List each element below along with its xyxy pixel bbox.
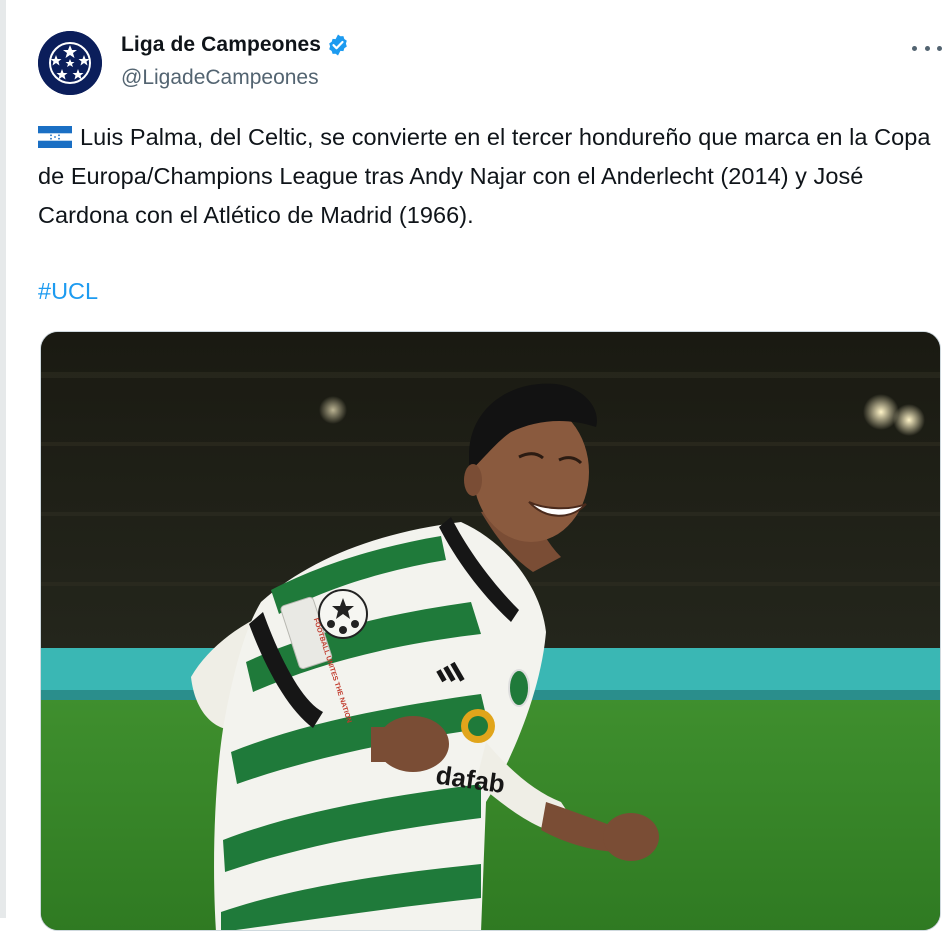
account-name-row[interactable]: Liga de Campeones xyxy=(121,33,350,57)
tweet-text: Luis Palma, del Celtic, se convierte en … xyxy=(38,124,931,228)
more-options-icon[interactable] xyxy=(912,36,942,60)
verified-badge-icon xyxy=(329,34,347,56)
more-dot xyxy=(924,45,930,51)
honduras-flag-icon xyxy=(38,126,72,148)
tweet-card[interactable]: Liga de Campeones @LigadeCampeones Luis … xyxy=(0,0,948,931)
more-dot xyxy=(937,45,942,51)
tweet-text-block: Luis Palma, del Celtic, se convierte en … xyxy=(38,118,943,235)
display-name[interactable]: Liga de Campeones xyxy=(121,33,321,57)
hashtag-link[interactable]: #UCL xyxy=(38,272,98,311)
account-handle[interactable]: @LigadeCampeones xyxy=(121,66,319,90)
tweet-photo[interactable]: dafab FOOTBALL UNITES THE NATION xyxy=(40,331,941,931)
champions-league-starball-icon xyxy=(38,31,102,95)
more-dot xyxy=(912,45,917,51)
player-celebration-photo: dafab FOOTBALL UNITES THE NATION xyxy=(41,332,940,930)
avatar[interactable] xyxy=(38,31,102,95)
